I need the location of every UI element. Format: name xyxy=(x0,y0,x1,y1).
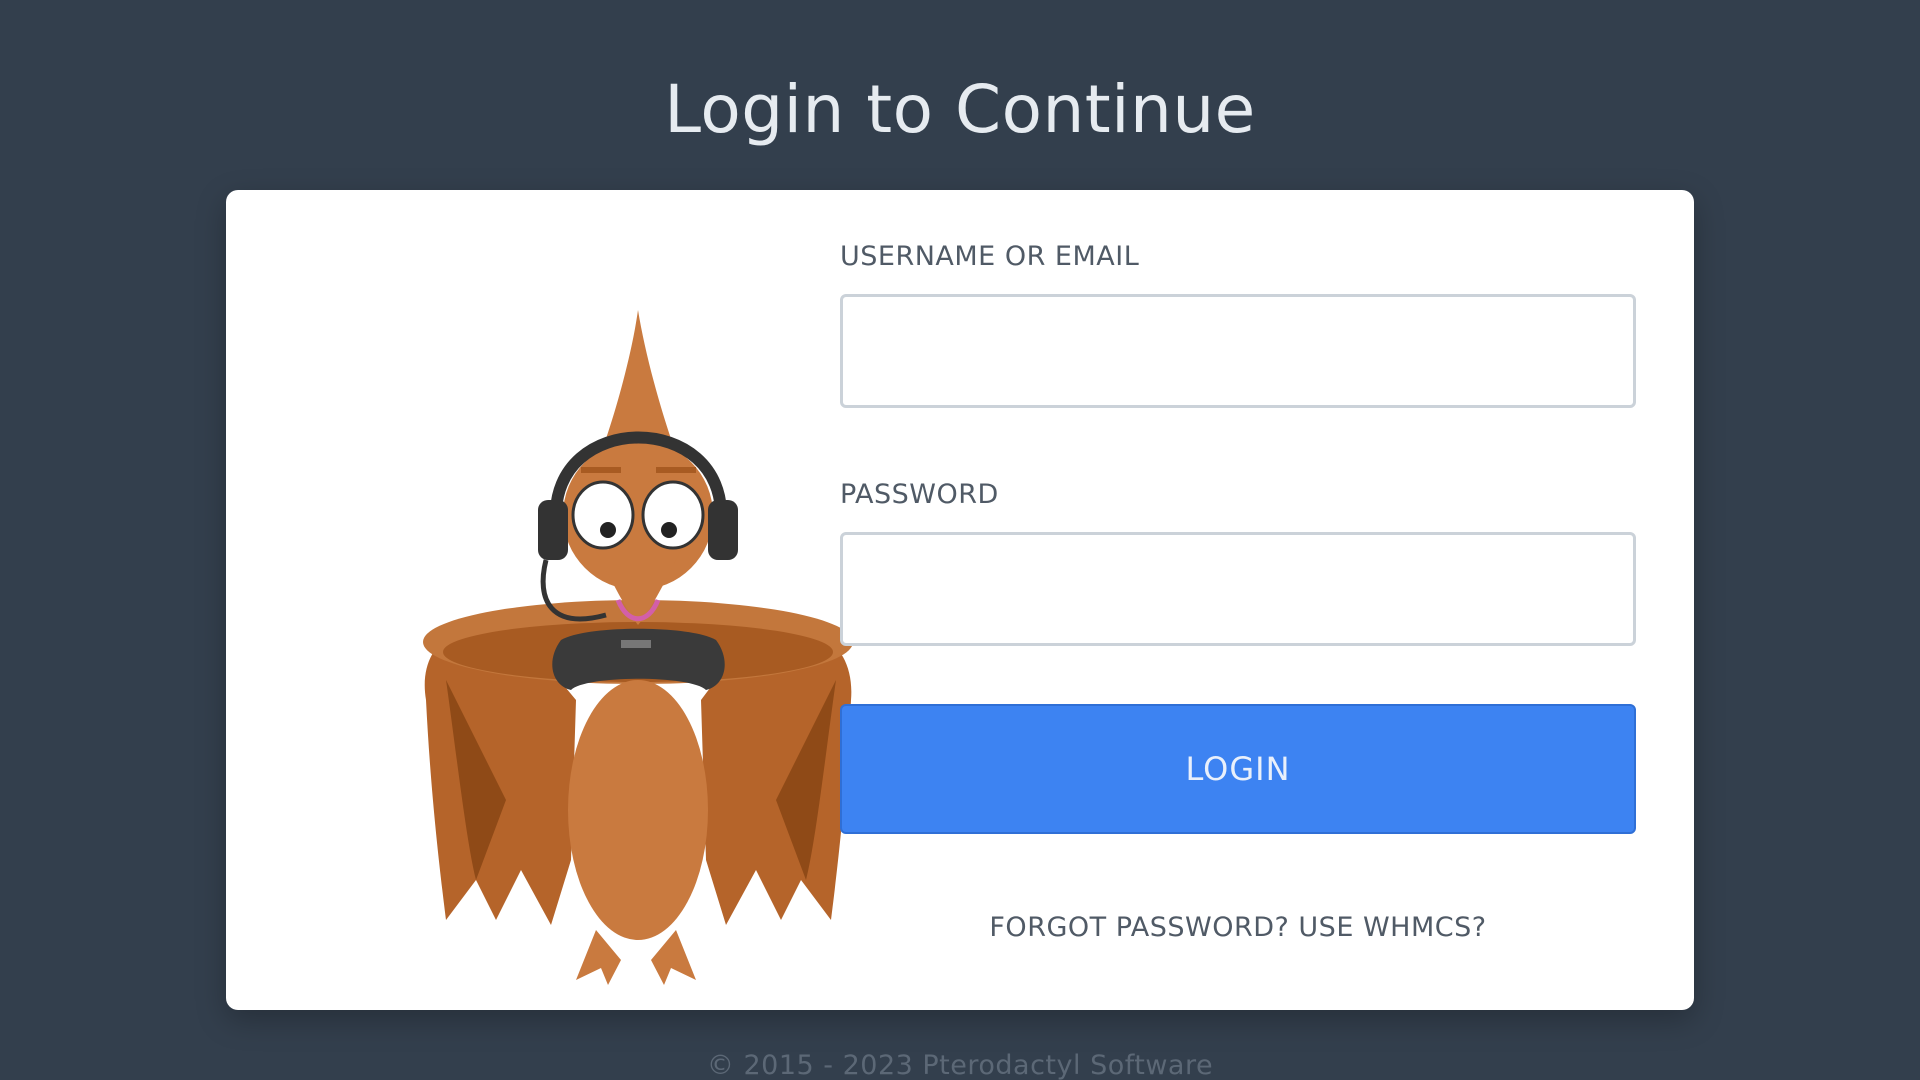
mascot-body xyxy=(568,680,708,940)
username-input[interactable] xyxy=(840,294,1636,408)
mascot-left-eye xyxy=(571,480,635,550)
login-form: USERNAME OR EMAIL PASSWORD LOGIN FORGOT … xyxy=(840,240,1636,943)
forgot-password-link[interactable]: FORGOT PASSWORD? USE WHMCS? xyxy=(840,912,1636,943)
footer-copyright: © 2015 - 2023 Pterodactyl Software xyxy=(706,1050,1214,1080)
login-button[interactable]: LOGIN xyxy=(840,704,1636,834)
password-input[interactable] xyxy=(840,532,1636,646)
login-page: Login to Continue USERNAME OR EMAIL PASS… xyxy=(0,0,1920,1080)
page-title: Login to Continue xyxy=(664,71,1256,148)
password-label: PASSWORD xyxy=(840,479,999,510)
mascot-right-eye xyxy=(641,480,705,550)
username-label: USERNAME OR EMAIL xyxy=(840,241,1140,272)
login-card: USERNAME OR EMAIL PASSWORD LOGIN FORGOT … xyxy=(226,190,1694,1010)
